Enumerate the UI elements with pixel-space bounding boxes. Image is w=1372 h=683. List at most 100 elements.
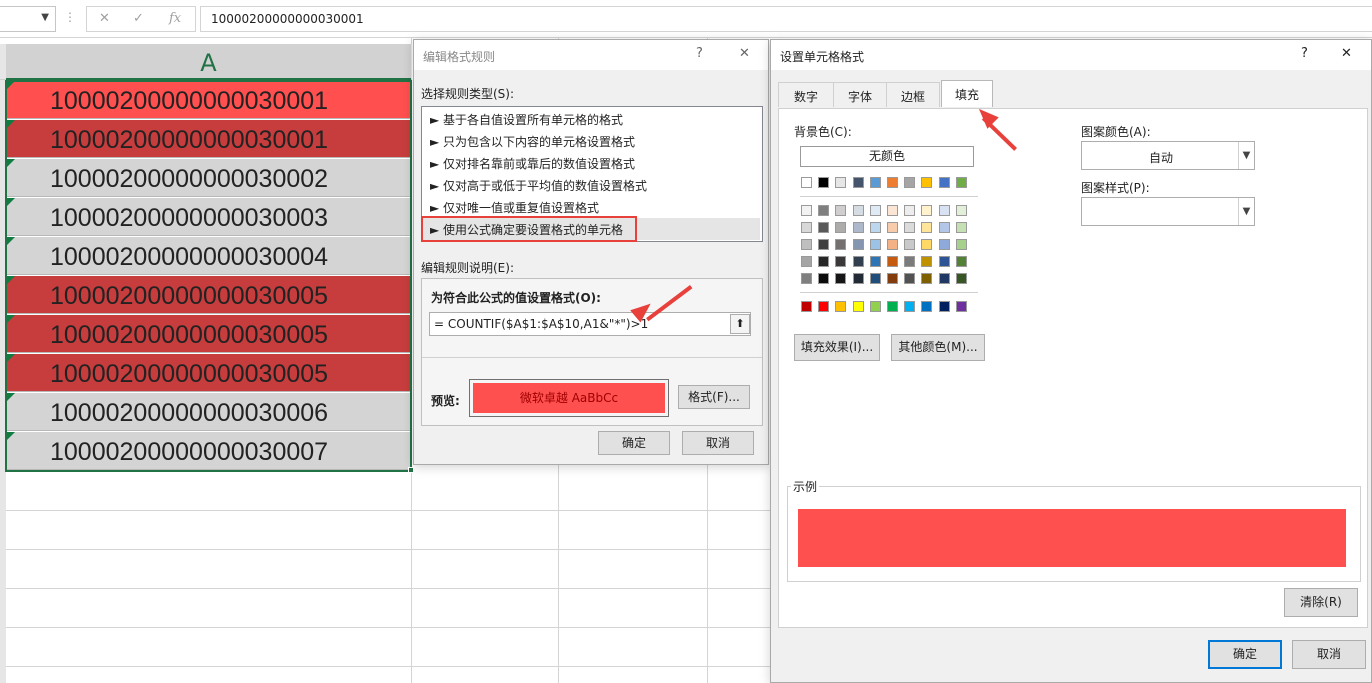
standard-color-swatch[interactable] xyxy=(955,301,967,312)
standard-color-swatch[interactable] xyxy=(835,301,847,312)
tint-color-swatch[interactable] xyxy=(887,273,898,284)
tint-color-swatch[interactable] xyxy=(955,273,967,284)
cell-a6[interactable]: 10000200000000030005 xyxy=(6,276,411,314)
tint-color-swatch[interactable] xyxy=(869,273,881,284)
chevron-down-icon[interactable]: ▼ xyxy=(41,12,49,23)
cell-a2[interactable]: 10000200000000030001 xyxy=(6,120,411,158)
tint-color-swatch[interactable] xyxy=(887,239,898,250)
tint-color-swatch[interactable] xyxy=(955,222,967,233)
rule-type-item[interactable]: ► 仅对排名靠前或靠后的数值设置格式 xyxy=(422,152,760,174)
standard-color-swatch[interactable] xyxy=(904,301,916,312)
enter-icon[interactable]: ✓ xyxy=(133,11,144,26)
collapse-dialog-icon[interactable]: ⬆ xyxy=(730,314,750,334)
theme-color-swatch[interactable] xyxy=(835,177,847,188)
rule-type-item[interactable]: ► 仅对唯一值或重复值设置格式 xyxy=(422,196,760,218)
tab-border[interactable]: 边框 xyxy=(886,82,940,107)
theme-color-swatch[interactable] xyxy=(818,177,830,188)
tint-color-swatch[interactable] xyxy=(801,256,812,267)
cell-a7[interactable]: 10000200000000030005 xyxy=(6,315,411,353)
theme-color-swatch[interactable] xyxy=(887,177,898,188)
theme-color-swatch[interactable] xyxy=(938,177,950,188)
cell-a1[interactable]: 10000200000000030001 xyxy=(6,81,411,119)
tint-color-swatch[interactable] xyxy=(887,222,898,233)
standard-color-swatch[interactable] xyxy=(921,301,933,312)
pattern-color-select[interactable]: 自动 ▼ xyxy=(1081,141,1255,170)
tint-color-swatch[interactable] xyxy=(955,256,967,267)
tint-color-swatch[interactable] xyxy=(801,205,812,216)
clear-button[interactable]: 清除(R) xyxy=(1284,588,1358,617)
tint-color-swatch[interactable] xyxy=(852,256,864,267)
tint-color-swatch[interactable] xyxy=(801,239,812,250)
tint-color-swatch[interactable] xyxy=(938,222,950,233)
tint-color-swatch[interactable] xyxy=(869,222,881,233)
theme-color-swatch[interactable] xyxy=(955,177,967,188)
close-icon[interactable]: ✕ xyxy=(1341,46,1352,61)
tint-color-swatch[interactable] xyxy=(801,273,812,284)
theme-color-swatch[interactable] xyxy=(869,177,881,188)
tint-color-swatch[interactable] xyxy=(938,205,950,216)
tint-color-swatch[interactable] xyxy=(818,273,830,284)
chevron-down-icon[interactable]: ▼ xyxy=(1238,142,1254,169)
help-icon[interactable]: ? xyxy=(696,46,703,61)
standard-color-swatch[interactable] xyxy=(801,301,812,312)
standard-color-swatch[interactable] xyxy=(869,301,881,312)
tint-color-swatch[interactable] xyxy=(887,205,898,216)
tint-color-swatch[interactable] xyxy=(852,222,864,233)
standard-color-swatch[interactable] xyxy=(818,301,830,312)
standard-color-swatch[interactable] xyxy=(938,301,950,312)
tint-color-swatch[interactable] xyxy=(852,273,864,284)
standard-color-swatch[interactable] xyxy=(852,301,864,312)
pattern-style-select[interactable]: ▼ xyxy=(1081,197,1255,226)
tint-color-swatch[interactable] xyxy=(904,273,916,284)
theme-color-swatch[interactable] xyxy=(852,177,864,188)
cancel-icon[interactable]: ✕ xyxy=(99,11,110,26)
tint-color-swatch[interactable] xyxy=(852,239,864,250)
tab-number[interactable]: 数字 xyxy=(778,82,834,107)
tint-color-swatch[interactable] xyxy=(904,256,916,267)
tint-color-swatch[interactable] xyxy=(904,205,916,216)
format-button[interactable]: 格式(F)... xyxy=(678,385,750,409)
tint-color-swatch[interactable] xyxy=(938,256,950,267)
tint-color-swatch[interactable] xyxy=(904,222,916,233)
tint-color-swatch[interactable] xyxy=(869,205,881,216)
cell-a5[interactable]: 10000200000000030004 xyxy=(6,237,411,275)
close-icon[interactable]: ✕ xyxy=(739,46,750,61)
fill-handle[interactable] xyxy=(408,467,414,473)
tint-color-swatch[interactable] xyxy=(921,205,933,216)
insert-function-icon[interactable]: fx xyxy=(169,11,181,26)
tint-color-swatch[interactable] xyxy=(904,239,916,250)
tab-font[interactable]: 字体 xyxy=(833,82,887,107)
tint-color-swatch[interactable] xyxy=(869,256,881,267)
more-colors-button[interactable]: 其他颜色(M)... xyxy=(891,334,985,361)
no-color-button[interactable]: 无颜色 xyxy=(800,146,974,167)
standard-color-swatch[interactable] xyxy=(887,301,898,312)
ok-button[interactable]: 确定 xyxy=(1208,640,1282,669)
theme-color-swatch[interactable] xyxy=(904,177,916,188)
tint-color-swatch[interactable] xyxy=(835,205,847,216)
tint-color-swatch[interactable] xyxy=(835,239,847,250)
formula-input[interactable]: = COUNTIF($A$1:$A$10,A1&"*")>1 xyxy=(429,312,751,336)
tint-color-swatch[interactable] xyxy=(852,205,864,216)
tint-color-swatch[interactable] xyxy=(938,239,950,250)
tint-color-swatch[interactable] xyxy=(818,222,830,233)
formula-input[interactable]: 10000200000000030001 xyxy=(200,6,1372,32)
tint-color-swatch[interactable] xyxy=(801,222,812,233)
theme-color-swatch[interactable] xyxy=(801,177,812,188)
tint-color-swatch[interactable] xyxy=(921,222,933,233)
cell-a3[interactable]: 10000200000000030002 xyxy=(6,159,411,197)
cancel-button[interactable]: 取消 xyxy=(682,431,754,455)
tint-color-swatch[interactable] xyxy=(818,256,830,267)
cell-a4[interactable]: 10000200000000030003 xyxy=(6,198,411,236)
chevron-down-icon[interactable]: ▼ xyxy=(1238,198,1254,225)
tint-color-swatch[interactable] xyxy=(921,256,933,267)
cell-a8[interactable]: 10000200000000030005 xyxy=(6,354,411,392)
tint-color-swatch[interactable] xyxy=(938,273,950,284)
tint-color-swatch[interactable] xyxy=(835,273,847,284)
tint-color-swatch[interactable] xyxy=(818,239,830,250)
tint-color-swatch[interactable] xyxy=(921,273,933,284)
tint-color-swatch[interactable] xyxy=(955,205,967,216)
cell-a9[interactable]: 10000200000000030006 xyxy=(6,393,411,431)
rule-type-item[interactable]: ► 基于各自值设置所有单元格的格式 xyxy=(422,108,760,130)
name-box[interactable]: ▼ xyxy=(0,6,56,32)
ok-button[interactable]: 确定 xyxy=(598,431,670,455)
